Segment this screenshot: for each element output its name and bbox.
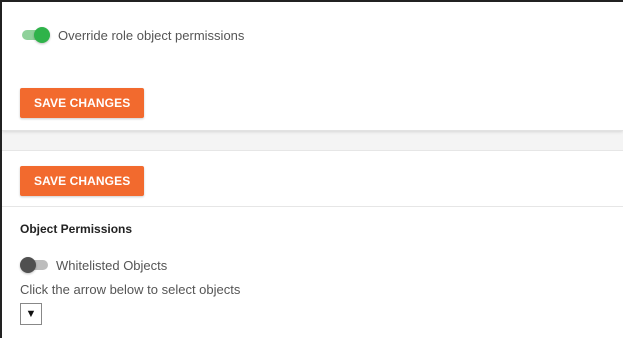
override-permissions-label: Override role object permissions <box>58 27 245 43</box>
select-objects-hint: Click the arrow below to select objects <box>20 282 241 297</box>
override-panel: Override role object permissions SAVE CH… <box>2 2 623 131</box>
save-changes-button-bottom[interactable]: SAVE CHANGES <box>20 166 145 196</box>
page-frame: Override role object permissions SAVE CH… <box>0 0 623 338</box>
toggle-knob <box>20 257 36 273</box>
override-permissions-toggle[interactable] <box>22 27 50 43</box>
toggle-knob <box>34 27 50 43</box>
save-changes-button-top[interactable]: SAVE CHANGES <box>20 88 145 118</box>
section-divider <box>2 206 623 207</box>
object-select-dropdown[interactable]: ▼ <box>20 303 42 325</box>
triangle-down-icon: ▼ <box>25 308 37 320</box>
whitelisted-objects-label: Whitelisted Objects <box>56 257 168 273</box>
object-permissions-panel: SAVE CHANGES Object Permissions Whitelis… <box>2 150 623 338</box>
whitelist-toggle-row: Whitelisted Objects <box>20 257 167 273</box>
whitelisted-objects-toggle[interactable] <box>20 257 48 273</box>
override-toggle-row: Override role object permissions <box>22 27 244 43</box>
object-permissions-title: Object Permissions <box>20 222 133 236</box>
